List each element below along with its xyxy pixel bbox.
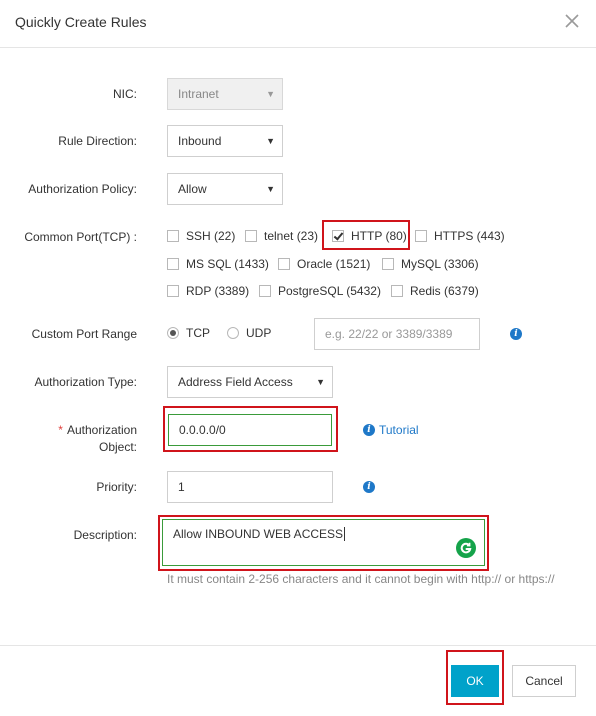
- description-label: Description:: [73, 528, 137, 542]
- port-checkbox-postgresql[interactable]: PostgreSQL (5432): [259, 284, 381, 300]
- rule-direction-label: Rule Direction:: [58, 134, 137, 148]
- radio-udp[interactable]: UDP: [227, 326, 271, 342]
- highlight-box-description: [158, 515, 489, 571]
- checkbox-box[interactable]: [167, 258, 179, 270]
- info-icon: i: [363, 424, 375, 436]
- highlight-box-authorization-object: [163, 406, 338, 452]
- authorization-object-label-line1: Authorization: [66, 423, 137, 437]
- highlight-box-ok: [446, 650, 504, 705]
- port-option-label: PostgreSQL (5432): [278, 284, 381, 298]
- info-icon[interactable]: i: [363, 481, 375, 493]
- checkbox-box[interactable]: [415, 230, 427, 242]
- port-checkbox-mysql[interactable]: MySQL (3306): [382, 257, 479, 273]
- checkbox-box[interactable]: [382, 258, 394, 270]
- nic-label: NIC:: [113, 87, 137, 101]
- port-option-label: RDP (3389): [186, 284, 250, 298]
- required-mark: *: [58, 423, 63, 437]
- common-port-label: Common Port(TCP) :: [24, 230, 137, 244]
- description-hint: It must contain 2-256 characters and it …: [167, 572, 555, 586]
- checkbox-box[interactable]: [278, 258, 290, 270]
- authorization-policy-value: Allow: [178, 182, 207, 196]
- checkbox-box[interactable]: [391, 285, 403, 297]
- nic-select: Intranet ▼: [167, 78, 283, 110]
- port-option-label: SSH (22): [186, 229, 236, 243]
- rule-direction-value: Inbound: [178, 134, 222, 148]
- tutorial-link[interactable]: Tutorial: [379, 423, 419, 437]
- priority-value: 1: [178, 480, 185, 494]
- radio-tcp[interactable]: TCP: [167, 326, 210, 342]
- checkbox-box[interactable]: [167, 230, 179, 242]
- custom-port-range-label: Custom Port Range: [31, 327, 137, 341]
- port-option-label: HTTPS (443): [434, 229, 505, 243]
- port-option-label: Oracle (1521): [297, 257, 371, 271]
- port-checkbox-ssh[interactable]: SSH (22): [167, 229, 235, 245]
- radio-unselected-icon[interactable]: [227, 327, 239, 339]
- custom-port-range-input[interactable]: [325, 319, 469, 349]
- authorization-policy-label: Authorization Policy:: [28, 182, 137, 196]
- authorization-type-select[interactable]: Address Field Access ▼: [167, 366, 333, 398]
- dialog-header: Quickly Create Rules: [0, 0, 596, 48]
- checkbox-box[interactable]: [245, 230, 257, 242]
- quick-create-rules-dialog: Quickly Create Rules NIC: Intranet ▼ Rul…: [0, 0, 596, 716]
- authorization-type-value: Address Field Access: [178, 375, 293, 389]
- chevron-down-icon: ▼: [316, 377, 325, 387]
- port-checkbox-telnet[interactable]: telnet (23): [245, 229, 318, 245]
- footer-divider: [0, 645, 596, 646]
- port-checkbox-mssql[interactable]: MS SQL (1433): [167, 257, 269, 273]
- chevron-down-icon: ▼: [266, 89, 275, 99]
- dialog-title: Quickly Create Rules: [15, 14, 147, 30]
- rule-direction-select[interactable]: Inbound ▼: [167, 125, 283, 157]
- chevron-down-icon: ▼: [266, 136, 275, 146]
- radio-label: UDP: [246, 326, 272, 340]
- port-option-label: Redis (6379): [410, 284, 479, 298]
- chevron-down-icon: ▼: [266, 184, 275, 194]
- authorization-policy-select[interactable]: Allow ▼: [167, 173, 283, 205]
- priority-field[interactable]: 1: [167, 471, 333, 503]
- radio-selected-icon[interactable]: [167, 327, 179, 339]
- port-option-label: MS SQL (1433): [186, 257, 269, 271]
- port-option-label: telnet (23): [264, 229, 319, 243]
- port-option-label: MySQL (3306): [401, 257, 479, 271]
- radio-label: TCP: [186, 326, 210, 340]
- authorization-type-label: Authorization Type:: [34, 375, 137, 389]
- port-checkbox-https[interactable]: HTTPS (443): [415, 229, 505, 245]
- nic-value: Intranet: [178, 87, 219, 101]
- port-checkbox-redis[interactable]: Redis (6379): [391, 284, 479, 300]
- close-icon[interactable]: [561, 10, 583, 32]
- highlight-box-http: [322, 220, 410, 250]
- checkbox-box[interactable]: [259, 285, 271, 297]
- port-checkbox-rdp[interactable]: RDP (3389): [167, 284, 249, 300]
- checkbox-box[interactable]: [167, 285, 179, 297]
- authorization-object-label-line2: Object:: [98, 440, 137, 454]
- cancel-button[interactable]: Cancel: [512, 665, 576, 697]
- priority-label: Priority:: [96, 480, 137, 494]
- info-icon[interactable]: i: [510, 328, 522, 340]
- custom-port-range-field[interactable]: [314, 318, 480, 350]
- port-checkbox-oracle[interactable]: Oracle (1521): [278, 257, 370, 273]
- authorization-object-label: * Authorization: [58, 422, 137, 438]
